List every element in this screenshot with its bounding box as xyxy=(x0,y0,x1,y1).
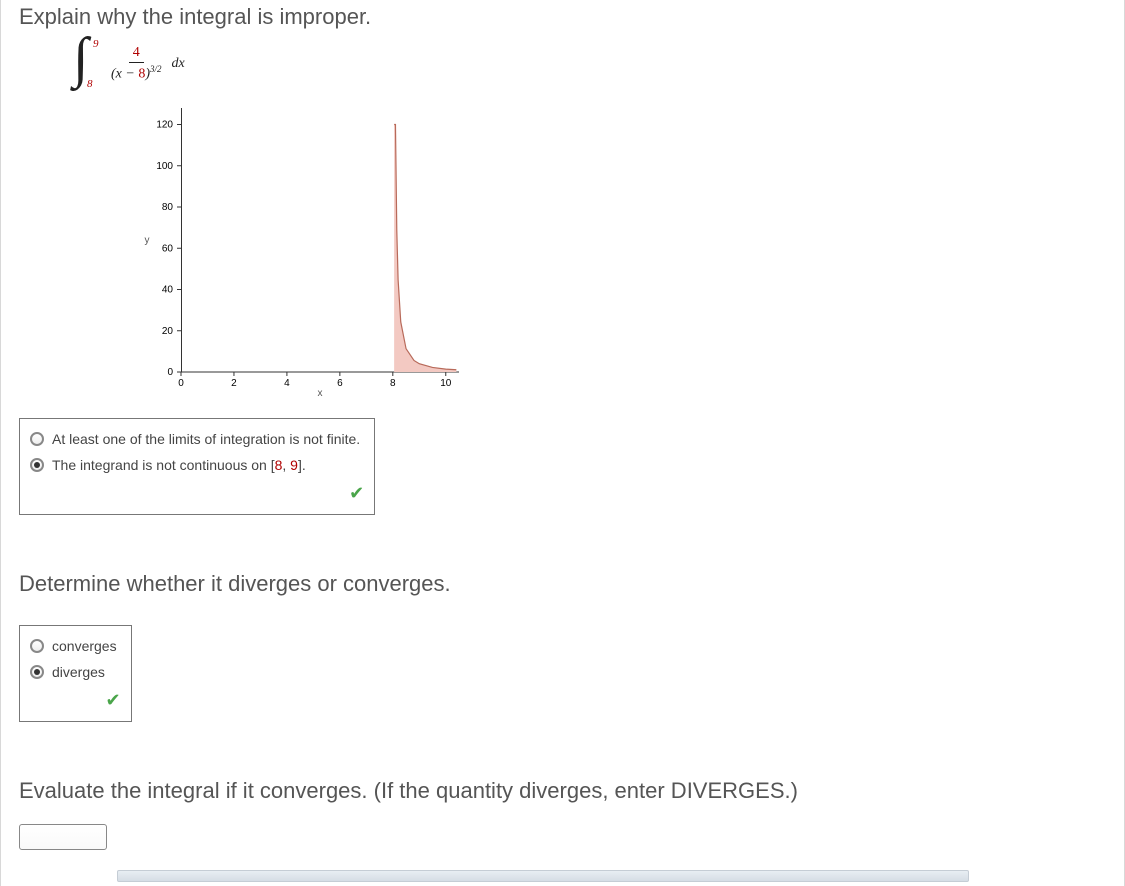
svg-text:60: 60 xyxy=(162,243,174,254)
q3-section: Evaluate the integral if it converges. (… xyxy=(19,774,1104,850)
answer-input[interactable] xyxy=(19,824,107,850)
radio-icon xyxy=(30,432,44,446)
svg-text:0: 0 xyxy=(167,367,173,378)
svg-text:x: x xyxy=(318,388,323,399)
integral-expression: ∫ 9 8 4 (x − 8)3/2 dx xyxy=(75,40,1104,88)
q3-prompt: Evaluate the integral if it converges. (… xyxy=(19,774,1104,814)
option-limits-not-finite[interactable]: At least one of the limits of integratio… xyxy=(30,431,360,447)
radio-icon xyxy=(30,665,44,679)
question-page: Explain why the integral is improper. ∫ … xyxy=(0,0,1125,886)
q1-prompt: Explain why the integral is improper. xyxy=(19,0,1104,40)
radio-icon xyxy=(30,458,44,472)
chart-svg: 0246810020406080100120xy xyxy=(139,100,479,400)
svg-text:20: 20 xyxy=(162,326,174,337)
correct-check-icon: ✔ xyxy=(30,690,121,711)
svg-text:8: 8 xyxy=(390,378,396,389)
integral-sign: ∫ 9 8 xyxy=(75,40,103,88)
svg-text:120: 120 xyxy=(156,120,173,131)
dx: dx xyxy=(172,56,185,72)
q2-section: Determine whether it diverges or converg… xyxy=(19,567,1104,722)
svg-text:100: 100 xyxy=(156,161,173,172)
option-diverges[interactable]: diverges xyxy=(30,664,117,680)
option-converges[interactable]: converges xyxy=(30,638,117,654)
numerator: 4 xyxy=(129,45,144,63)
svg-text:10: 10 xyxy=(440,378,452,389)
svg-text:2: 2 xyxy=(231,378,237,389)
svg-text:4: 4 xyxy=(284,378,290,389)
plot: 0246810020406080100120xy xyxy=(139,100,1104,400)
radio-icon xyxy=(30,639,44,653)
option-label: The integrand is not continuous on [8, 9… xyxy=(52,457,306,473)
upper-bound: 9 xyxy=(93,38,99,50)
svg-text:40: 40 xyxy=(162,285,174,296)
correct-check-icon: ✔ xyxy=(30,483,364,504)
option-label: At least one of the limits of integratio… xyxy=(52,431,360,447)
denominator: (x − 8)3/2 xyxy=(107,63,166,83)
q2-prompt: Determine whether it diverges or converg… xyxy=(19,567,1104,607)
scrollbar-track[interactable] xyxy=(117,870,969,882)
q2-answer-box: converges diverges ✔ xyxy=(19,625,132,722)
svg-text:6: 6 xyxy=(337,378,343,389)
svg-text:80: 80 xyxy=(162,202,174,213)
svg-text:y: y xyxy=(145,235,150,246)
option-label: converges xyxy=(52,638,117,654)
q1-answer-box: At least one of the limits of integratio… xyxy=(19,418,375,515)
fraction: 4 (x − 8)3/2 xyxy=(107,45,166,83)
lower-bound: 8 xyxy=(87,78,93,90)
option-label: diverges xyxy=(52,664,105,680)
svg-text:0: 0 xyxy=(178,378,184,389)
option-not-continuous[interactable]: The integrand is not continuous on [8, 9… xyxy=(30,457,360,473)
